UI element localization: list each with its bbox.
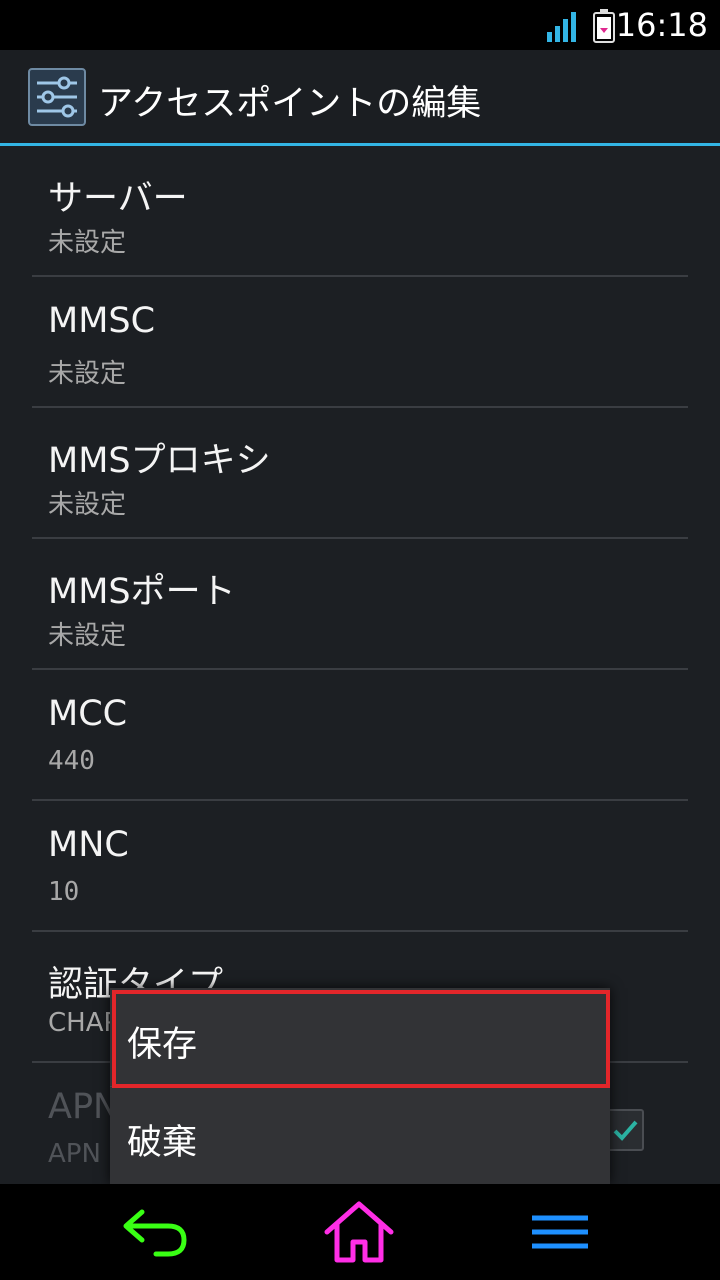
back-icon[interactable] bbox=[120, 1198, 192, 1264]
pref-item-mmsc[interactable]: MMSC 未設定 bbox=[32, 277, 688, 408]
menu-icon[interactable] bbox=[524, 1198, 596, 1264]
pref-summary: CHAP bbox=[48, 1008, 120, 1038]
save-menu-item[interactable]: 保存 bbox=[110, 988, 610, 1088]
pref-title: サーバー bbox=[48, 179, 188, 219]
options-menu: 保存 破棄 bbox=[110, 988, 610, 1184]
pref-item-server[interactable]: サーバー 未設定 bbox=[32, 146, 688, 277]
signal-icon bbox=[547, 12, 576, 42]
pref-summary: 10 bbox=[48, 877, 80, 907]
pref-summary: 未設定 bbox=[48, 621, 127, 651]
pref-summary: 440 bbox=[48, 746, 95, 776]
pref-title: MCC bbox=[48, 694, 128, 734]
pref-item-mms-port[interactable]: MMSポート 未設定 bbox=[32, 539, 688, 670]
pref-summary: 未設定 bbox=[48, 228, 127, 258]
pref-item-mms-proxy[interactable]: MMSプロキシ 未設定 bbox=[32, 408, 688, 539]
page-title: アクセスポイントの編集 bbox=[98, 84, 482, 124]
status-bar: 16:18 bbox=[0, 0, 720, 50]
navigation-bar bbox=[0, 1184, 720, 1280]
discard-menu-item[interactable]: 破棄 bbox=[110, 1086, 610, 1184]
status-time: 16:18 bbox=[615, 6, 708, 44]
action-bar: アクセスポイントの編集 bbox=[0, 50, 720, 146]
discard-label: 破棄 bbox=[127, 1123, 198, 1163]
pref-item-mcc[interactable]: MCC 440 bbox=[32, 670, 688, 801]
pref-title: MNC bbox=[48, 825, 129, 865]
pref-summary: 未設定 bbox=[48, 490, 127, 520]
home-icon[interactable] bbox=[323, 1198, 395, 1264]
pref-summary: APN bbox=[48, 1139, 101, 1169]
pref-title: MMSプロキシ bbox=[48, 441, 271, 481]
pref-item-mnc[interactable]: MNC 10 bbox=[32, 801, 688, 932]
pref-title: MMSC bbox=[48, 301, 156, 341]
pref-summary: 未設定 bbox=[48, 359, 127, 389]
pref-title: APN bbox=[48, 1087, 120, 1127]
pref-title: MMSポート bbox=[48, 572, 236, 612]
battery-icon bbox=[593, 9, 615, 43]
checkbox-checked-icon[interactable] bbox=[606, 1109, 644, 1151]
highlight-box bbox=[112, 990, 610, 1088]
settings-sliders-icon bbox=[28, 68, 86, 126]
